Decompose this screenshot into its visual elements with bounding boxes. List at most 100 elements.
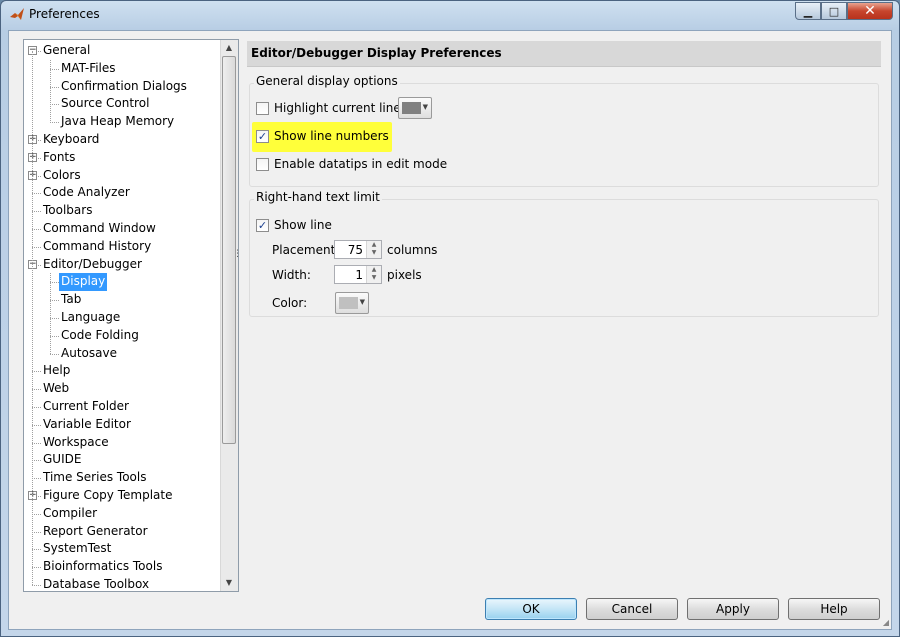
tree-item-label: Code Analyzer <box>43 185 130 200</box>
tree-list: − General MAT-Files Confirmation Dialogs Sou… <box>24 42 222 591</box>
tree-item[interactable]: Command History <box>24 238 222 256</box>
tree-connector <box>32 584 41 586</box>
resize-grip-icon[interactable]: ◢ <box>883 618 889 627</box>
tree-item[interactable]: Code Analyzer <box>24 184 222 202</box>
close-button[interactable]: ✕ <box>847 2 893 20</box>
width-value[interactable]: 1 <box>355 268 363 282</box>
tree-item[interactable]: Help <box>24 362 222 380</box>
tree-item[interactable]: Web <box>24 380 222 398</box>
spinner-arrows-icon[interactable]: ▲ ▼ <box>366 241 381 258</box>
width-label: Width: <box>272 268 311 282</box>
tree-item[interactable]: + Fonts <box>24 149 222 167</box>
tree-item-label: Help <box>43 363 71 378</box>
tree-connector <box>32 389 41 391</box>
window-title: Preferences <box>29 7 100 21</box>
tree-item-label: Workspace <box>43 434 109 449</box>
dialog-client-area: − General MAT-Files Confirmation Dialogs Sou… <box>8 30 892 630</box>
tree-item-label: Toolbars <box>43 203 93 218</box>
tree-item[interactable]: Toolbars <box>24 202 222 220</box>
title-bar[interactable]: Preferences ▁ □ ✕ <box>1 1 899 29</box>
tree-connector <box>50 335 59 337</box>
tree-item[interactable]: Report Generator <box>24 523 222 541</box>
tree-connector <box>50 122 59 124</box>
tree-item-label: Editor/Debugger <box>43 256 142 271</box>
tree-connector <box>32 228 41 230</box>
highlight-current-line-checkbox[interactable] <box>256 101 269 115</box>
tree-item[interactable]: SystemTest <box>24 540 222 558</box>
tree-item[interactable]: GUIDE <box>24 451 222 469</box>
highlight-color-picker[interactable]: ▼ <box>398 97 432 119</box>
ok-button[interactable]: OK <box>485 598 577 620</box>
scroll-down-arrow-icon[interactable]: ▼ <box>221 575 237 591</box>
splitter-grip-icon[interactable]: ⋮ <box>233 249 242 259</box>
tree-connector <box>32 246 41 248</box>
tree-item[interactable]: − Editor/Debugger <box>24 256 222 274</box>
tree-item[interactable]: Source Control <box>24 95 222 113</box>
show-line-numbers-label: Show line numbers <box>274 129 389 143</box>
tree-connector <box>32 567 41 569</box>
width-spinner[interactable]: 1 ▲ ▼ <box>334 265 382 284</box>
tree-connector <box>50 104 59 106</box>
show-line-row[interactable]: ✓ Show line <box>256 215 332 235</box>
placement-unit: columns <box>387 243 438 257</box>
spinner-arrows-icon[interactable]: ▲ ▼ <box>366 266 381 283</box>
tree-item-label: SystemTest <box>43 541 112 556</box>
apply-button[interactable]: Apply <box>687 598 779 620</box>
tree-connector <box>50 282 59 284</box>
maximize-button[interactable]: □ <box>821 2 847 20</box>
tree-item[interactable]: Variable Editor <box>24 416 222 434</box>
tree-connector <box>32 549 41 551</box>
enable-datatips-label: Enable datatips in edit mode <box>274 157 448 171</box>
color-label: Color: <box>272 296 308 310</box>
tree-item[interactable]: Language <box>24 309 222 327</box>
enable-datatips-row[interactable]: Enable datatips in edit mode <box>256 154 447 174</box>
tree-item[interactable]: Code Folding <box>24 327 222 345</box>
tree-item[interactable]: Current Folder <box>24 398 222 416</box>
help-button[interactable]: Help <box>788 598 880 620</box>
tree-item-label: Fonts <box>43 149 76 164</box>
tree-item-label: Bioinformatics Tools <box>43 559 163 574</box>
tree-item[interactable]: + Figure Copy Template <box>24 487 222 505</box>
placement-spinner[interactable]: 75 ▲ ▼ <box>334 240 382 259</box>
tree-item[interactable]: Bioinformatics Tools <box>24 558 222 576</box>
tree-item-label: General <box>43 43 91 57</box>
tree-connector <box>32 513 41 515</box>
tree-item[interactable]: + Keyboard <box>24 131 222 149</box>
preferences-window: Preferences ▁ □ ✕ − General MAT-Files Confi… <box>0 0 900 637</box>
scroll-up-arrow-icon[interactable]: ▲ <box>221 40 237 56</box>
tree-connector <box>32 406 41 408</box>
tree-item[interactable]: Java Heap Memory <box>24 113 222 131</box>
tree-item[interactable]: − General <box>24 42 222 60</box>
enable-datatips-checkbox[interactable] <box>256 157 269 171</box>
tree-item[interactable]: + Colors <box>24 167 222 185</box>
tree-scrollbar[interactable]: ▲ ▼ <box>220 40 238 591</box>
tree-item[interactable]: Display <box>24 273 222 292</box>
show-line-checkbox[interactable]: ✓ <box>256 218 269 232</box>
tree-item[interactable]: Compiler <box>24 505 222 523</box>
tree-item[interactable]: Database Toolbox <box>24 576 222 591</box>
tree-item-label: Time Series Tools <box>43 470 147 485</box>
tree-item[interactable]: Command Window <box>24 220 222 238</box>
tree-item[interactable]: Confirmation Dialogs <box>24 78 222 96</box>
panel-header: Editor/Debugger Display Preferences <box>247 41 881 67</box>
minimize-button[interactable]: ▁ <box>795 2 821 20</box>
tree-item[interactable]: Time Series Tools <box>24 469 222 487</box>
cancel-button[interactable]: Cancel <box>586 598 678 620</box>
highlight-color-swatch <box>402 102 421 114</box>
dropdown-arrow-icon: ▼ <box>359 298 365 306</box>
group-label-general: General display options <box>254 74 400 88</box>
highlight-current-line-row[interactable]: Highlight current line <box>256 98 401 118</box>
tree-item-label: Report Generator <box>43 523 148 538</box>
tree-item[interactable]: Tab <box>24 291 222 309</box>
placement-value[interactable]: 75 <box>348 243 363 257</box>
tree-item-label: Web <box>43 381 70 396</box>
preferences-panel: Editor/Debugger Display Preferences Gene… <box>247 41 881 331</box>
tree-item[interactable]: Autosave <box>24 345 222 363</box>
tree-connector <box>32 424 41 426</box>
show-line-numbers-row[interactable]: ✓ Show line numbers <box>252 122 392 152</box>
limit-color-picker[interactable]: ▼ <box>335 292 369 314</box>
tree-item[interactable]: Workspace <box>24 434 222 452</box>
tree-item[interactable]: MAT-Files <box>24 60 222 78</box>
general-display-options-group: General display options Highlight curren… <box>249 74 879 187</box>
show-line-numbers-checkbox[interactable]: ✓ <box>256 129 269 143</box>
